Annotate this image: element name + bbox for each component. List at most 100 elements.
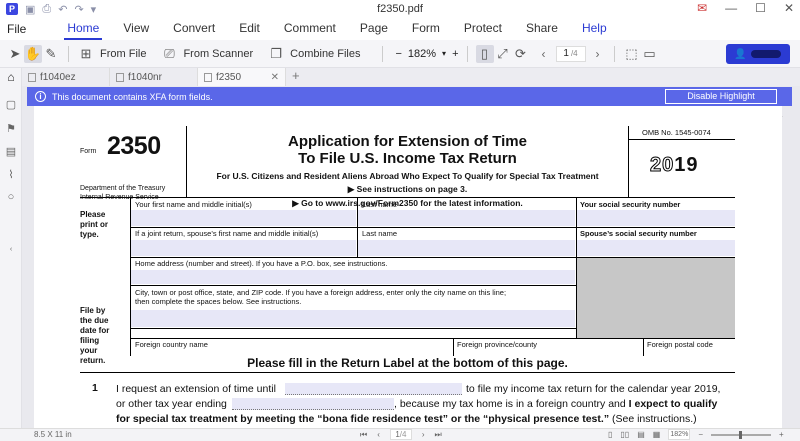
grid-line — [130, 227, 735, 228]
foreign-province-label: Foreign province/county — [457, 340, 538, 349]
ssn-label: Your social security number — [580, 200, 681, 209]
zoom-out-icon[interactable]: − — [698, 430, 703, 439]
toolbar-separator — [466, 45, 468, 62]
first-name-field[interactable] — [131, 210, 356, 226]
attachment-icon[interactable]: ⌇ — [4, 168, 18, 182]
tax-year-ending-field[interactable] — [232, 398, 394, 410]
from-scanner-button[interactable]: ⎚ From Scanner — [160, 45, 253, 63]
combine-files-button[interactable]: ❐ Combine Files — [267, 45, 360, 63]
rotate-icon[interactable]: ⟳ — [512, 45, 530, 63]
tab-view[interactable]: View — [111, 18, 161, 40]
form-title-line2: To File U.S. Income Tax Return — [298, 150, 517, 167]
please-print-label: Please print or type. — [80, 210, 108, 239]
user-icon: 👤 — [734, 48, 747, 60]
zoom-level[interactable]: 182% — [408, 48, 436, 60]
doc-tab-label: f1040nr — [128, 71, 162, 83]
single-page-view-icon[interactable]: ▭ — [641, 45, 659, 63]
home-icon[interactable]: ⌂ — [4, 70, 18, 84]
new-tab-icon[interactable]: + — [286, 68, 300, 86]
spouse-ssn-field[interactable] — [577, 240, 735, 256]
zoom-in-icon[interactable]: + — [452, 48, 458, 60]
redo-icon[interactable]: ↷ — [74, 3, 83, 16]
home-address-field[interactable] — [131, 270, 575, 284]
combine-files-label: Combine Files — [290, 47, 361, 60]
next-page-icon[interactable]: › — [422, 430, 425, 439]
document-viewport[interactable]: ▲ Form 2350 Department of the Treasury I… — [22, 106, 800, 428]
search-icon[interactable]: ○ — [4, 191, 18, 205]
last-name-field[interactable] — [358, 210, 575, 226]
two-page-icon[interactable]: ▯▯ — [620, 430, 629, 439]
scroll-view-icon[interactable]: ▤ — [637, 430, 645, 439]
tab-page[interactable]: Page — [348, 18, 400, 40]
page-number-input[interactable]: 1/4 — [555, 45, 586, 62]
status-page-input[interactable]: 1/4 — [389, 429, 412, 440]
single-page-icon[interactable]: ▯ — [608, 430, 612, 439]
ssn-field[interactable] — [577, 210, 735, 226]
city-field[interactable] — [131, 310, 575, 327]
minimize-icon[interactable]: — — [725, 1, 737, 15]
disable-highlight-button[interactable]: Disable Highlight — [665, 89, 777, 104]
home-address-label: Home address (number and street). If you… — [135, 259, 388, 268]
screenshot-icon[interactable]: ⬚ — [623, 45, 641, 63]
select-arrow-icon[interactable]: ➤ — [6, 45, 24, 63]
status-zoom-level[interactable]: 182% — [668, 429, 691, 440]
mail-icon[interactable]: ✉ — [697, 1, 707, 15]
tab-convert[interactable]: Convert — [161, 18, 227, 40]
first-name-label: Your first name and middle initial(s) — [135, 200, 252, 209]
form-number: 2350 — [107, 132, 161, 160]
return-label-notice: Please fill in the Return Label at the b… — [247, 356, 568, 370]
title-bar: P ▣ ⎙ ↶ ↷ ▾ f2350.pdf ✉ — ☐ ✕ — [0, 0, 800, 18]
close-tab-icon[interactable]: ✕ — [271, 72, 279, 83]
zoom-slider[interactable] — [711, 430, 772, 439]
tab-help[interactable]: Help — [570, 18, 619, 40]
zoom-in-icon[interactable]: + — [779, 430, 784, 439]
edit-tool-icon[interactable]: ✎ — [42, 45, 60, 63]
line1-text-a: I request an extension of time until — [116, 383, 276, 395]
comments-icon[interactable]: ▤ — [4, 145, 18, 159]
print-icon[interactable]: ⎙ — [42, 3, 51, 16]
fit-page-icon[interactable]: ▯ — [475, 44, 494, 63]
user-account-button[interactable]: 👤 — [726, 44, 790, 64]
pdf-page: Form 2350 Department of the Treasury Int… — [34, 106, 782, 428]
spouse-first-name-field[interactable] — [131, 240, 356, 256]
tab-share[interactable]: Share — [514, 18, 570, 40]
tab-edit[interactable]: Edit — [227, 18, 272, 40]
bookmark-icon[interactable]: ⚑ — [4, 122, 18, 136]
file-menu[interactable]: File — [0, 22, 33, 36]
from-file-button[interactable]: ⊞ From File — [77, 45, 147, 63]
tab-form[interactable]: Form — [400, 18, 452, 40]
extension-date-field[interactable] — [285, 383, 462, 395]
fit-width-icon[interactable]: ⤢ — [494, 45, 512, 63]
first-page-icon[interactable]: ⏮ — [360, 430, 367, 440]
thumbnails-icon[interactable]: ▢ — [4, 98, 18, 112]
spouse-ssn-label: Spouse’s social security number — [580, 229, 697, 238]
status-bar: 8.5 X 11 in ⏮ ‹ 1/4 › ⏭ ▯ ▯▯ ▤ ▦ 182% − … — [0, 428, 800, 441]
hand-tool-icon[interactable]: ✋ — [24, 44, 42, 63]
tab-protect[interactable]: Protect — [452, 18, 514, 40]
undo-icon[interactable]: ↶ — [58, 3, 67, 16]
doc-tab-f1040ez[interactable]: f1040ez — [22, 68, 110, 86]
last-page-icon[interactable]: ⏭ — [435, 430, 442, 440]
next-page-icon[interactable]: › — [596, 47, 600, 61]
zoom-out-icon[interactable]: − — [395, 48, 401, 60]
prev-page-icon[interactable]: ‹ — [377, 430, 380, 439]
tab-home[interactable]: Home — [55, 18, 111, 40]
customize-dropdown-icon[interactable]: ▾ — [91, 3, 97, 16]
combine-files-icon: ❐ — [270, 45, 282, 61]
save-icon[interactable]: ▣ — [25, 3, 35, 16]
close-icon[interactable]: ✕ — [784, 1, 794, 15]
document-tabs: f1040ez f1040nr f2350 ✕ + — [22, 68, 800, 86]
collapse-panel-icon[interactable]: ‹ — [4, 246, 18, 260]
doc-tab-f1040nr[interactable]: f1040nr — [110, 68, 198, 86]
tab-comment[interactable]: Comment — [272, 18, 348, 40]
zoom-slider-knob[interactable] — [739, 430, 743, 439]
doc-tab-f2350[interactable]: f2350 ✕ — [198, 68, 286, 86]
previous-page-icon[interactable]: ‹ — [542, 47, 546, 61]
doc-tab-label: f2350 — [216, 71, 242, 83]
spouse-last-name-field[interactable] — [358, 240, 575, 256]
chevron-down-icon[interactable]: ▾ — [442, 49, 446, 58]
grid-view-icon[interactable]: ▦ — [653, 430, 661, 439]
line1-text-d: , because my tax home is in a foreign co… — [394, 398, 718, 410]
maximize-icon[interactable]: ☐ — [755, 1, 766, 15]
doc-tab-label: f1040ez — [40, 71, 76, 83]
